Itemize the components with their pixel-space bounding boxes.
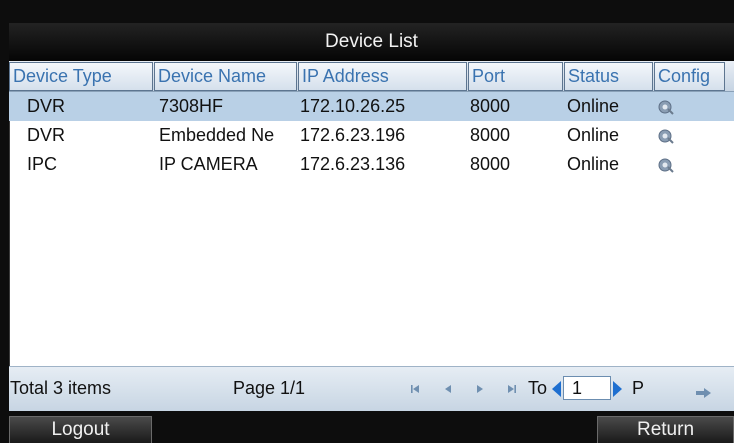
first-page-icon[interactable] [408, 382, 422, 396]
port-cell: 8000 [470, 154, 511, 174]
table-row[interactable]: DVR Embedded Ne 172.6.23.196 8000 Online [9, 121, 734, 150]
device-type-cell: IPC [27, 154, 58, 174]
page-indicator: Page 1/1 [233, 378, 306, 398]
status-cell: Online [567, 125, 620, 145]
ip-address-cell: 172.6.23.196 [300, 125, 406, 145]
logout-button[interactable]: Logout [9, 416, 152, 443]
total-items-label: Total 3 items [10, 378, 112, 398]
config-gear-icon[interactable] [657, 156, 674, 173]
pagination-bar: Total 3 items Page 1/1 To P [9, 366, 734, 411]
column-config[interactable]: Config [654, 62, 725, 91]
ip-address-cell: 172.10.26.25 [300, 96, 406, 116]
device-table-body: DVR 7308HF 172.10.26.25 8000 Online DVR … [9, 92, 734, 366]
next-page-icon[interactable] [473, 382, 487, 396]
device-name-cell: 7308HF [159, 96, 224, 116]
table-row[interactable]: IPC IP CAMERA 172.6.23.136 8000 Online [9, 150, 734, 179]
column-ip-address[interactable]: IP Address [298, 62, 467, 91]
page-number-input[interactable] [563, 376, 611, 400]
table-row[interactable]: DVR 7308HF 172.10.26.25 8000 Online [9, 92, 734, 121]
last-page-icon[interactable] [505, 382, 519, 396]
status-cell: Online [567, 154, 620, 174]
config-gear-icon[interactable] [657, 127, 674, 144]
port-cell: 8000 [470, 96, 511, 116]
config-gear-icon[interactable] [657, 98, 674, 115]
table-header: Device Type Device Name IP Address Port … [9, 61, 734, 92]
page-suffix-label: P [632, 378, 645, 398]
column-port[interactable]: Port [468, 62, 563, 91]
device-name-cell: IP CAMERA [159, 154, 258, 174]
column-device-name[interactable]: Device Name [154, 62, 297, 91]
page-decrement-arrow-icon[interactable] [552, 381, 561, 397]
port-cell: 8000 [470, 125, 511, 145]
status-cell: Online [567, 96, 620, 116]
ip-address-cell: 172.6.23.136 [300, 154, 406, 174]
page-increment-arrow-icon[interactable] [613, 381, 622, 397]
column-status[interactable]: Status [564, 62, 653, 91]
device-type-cell: DVR [27, 96, 66, 116]
device-type-cell: DVR [27, 125, 66, 145]
device-name-cell: Embedded Ne [159, 125, 275, 145]
window-title: Device List [9, 23, 734, 61]
return-button[interactable]: Return [597, 416, 734, 443]
prev-page-icon[interactable] [441, 382, 455, 396]
go-arrow-icon[interactable] [696, 385, 712, 398]
column-device-type[interactable]: Device Type [9, 62, 153, 91]
goto-label: To [528, 378, 548, 398]
